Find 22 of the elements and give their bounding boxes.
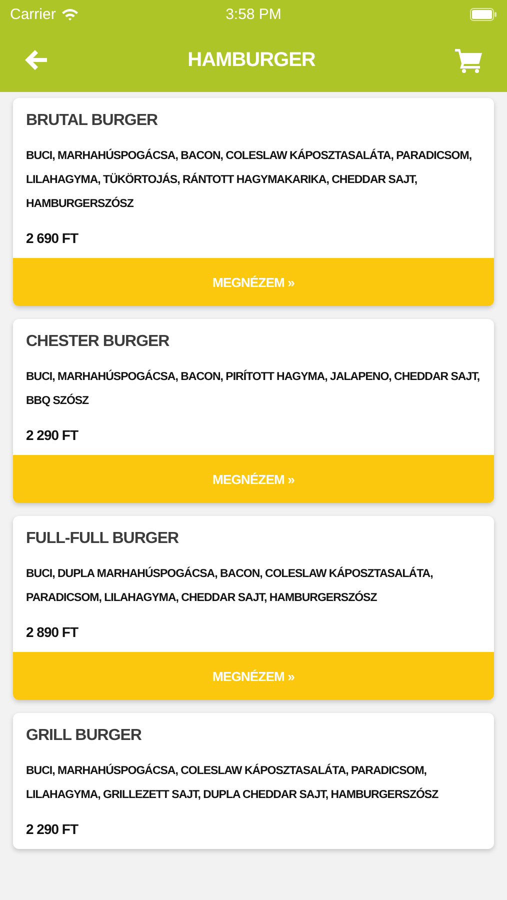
product-price: 2 690 FT — [26, 230, 78, 246]
product-name: BRUTAL BURGER — [26, 112, 158, 130]
view-button[interactable]: MEGNÉZEM » — [13, 258, 494, 306]
cart-icon[interactable] — [455, 48, 483, 72]
page-title: HAMBURGER — [188, 48, 316, 72]
product-description: BUCI, MARHAHÚSPOGÁCSA, BACON, COLESLAW KÁPOSZTASALÁTA, PARADICSOM, LILAHAGYMA, TÜKÖRTOJÁS, RÁNTOTT HAGYMAKARIKA, CHEDDAR SAJT, HAMBURGERSZÓSZ — [26, 148, 473, 212]
product-price: 2 290 FT — [26, 427, 78, 443]
back-arrow-icon[interactable] — [24, 49, 48, 71]
status-time: 3:58 PM — [226, 6, 282, 22]
wifi-icon — [60, 8, 79, 20]
battery-icon — [470, 8, 497, 20]
product-name: FULL-FULL BURGER — [26, 530, 179, 548]
product-name: GRILL BURGER — [26, 727, 142, 745]
product-price: 2 290 FT — [26, 821, 78, 837]
view-button[interactable]: MEGNÉZEM » — [13, 455, 494, 503]
product-description: BUCI, DUPLA MARHAHÚSPOGÁCSA, BACON, COLESLAW KÁPOSZTASALÁTA, PARADICSOM, LILAHAGYMA, CHEDDAR SAJT, HAMBURGERSZÓSZ — [26, 566, 434, 606]
product-price: 2 890 FT — [26, 624, 78, 640]
product-description: BUCI, MARHAHÚSPOGÁCSA, BACON, PIRÍTOTT HAGYMA, JALAPENO, CHEDDAR SAJT, BBQ SZÓSZ — [26, 368, 481, 409]
view-button[interactable]: MEGNÉZEM » — [13, 652, 494, 700]
product-description: BUCI, MARHAHÚSPOGÁCSA, COLESLAW KÁPOSZTASALÁTA, PARADICSOM, LILAHAGYMA, GRILLEZETT SAJT, DUPLA CHEDDAR SAJT, HAMBURGERSZÓSZ — [26, 762, 440, 803]
product-name: CHESTER BURGER — [26, 333, 170, 351]
carrier-name: Carrier — [10, 6, 56, 22]
